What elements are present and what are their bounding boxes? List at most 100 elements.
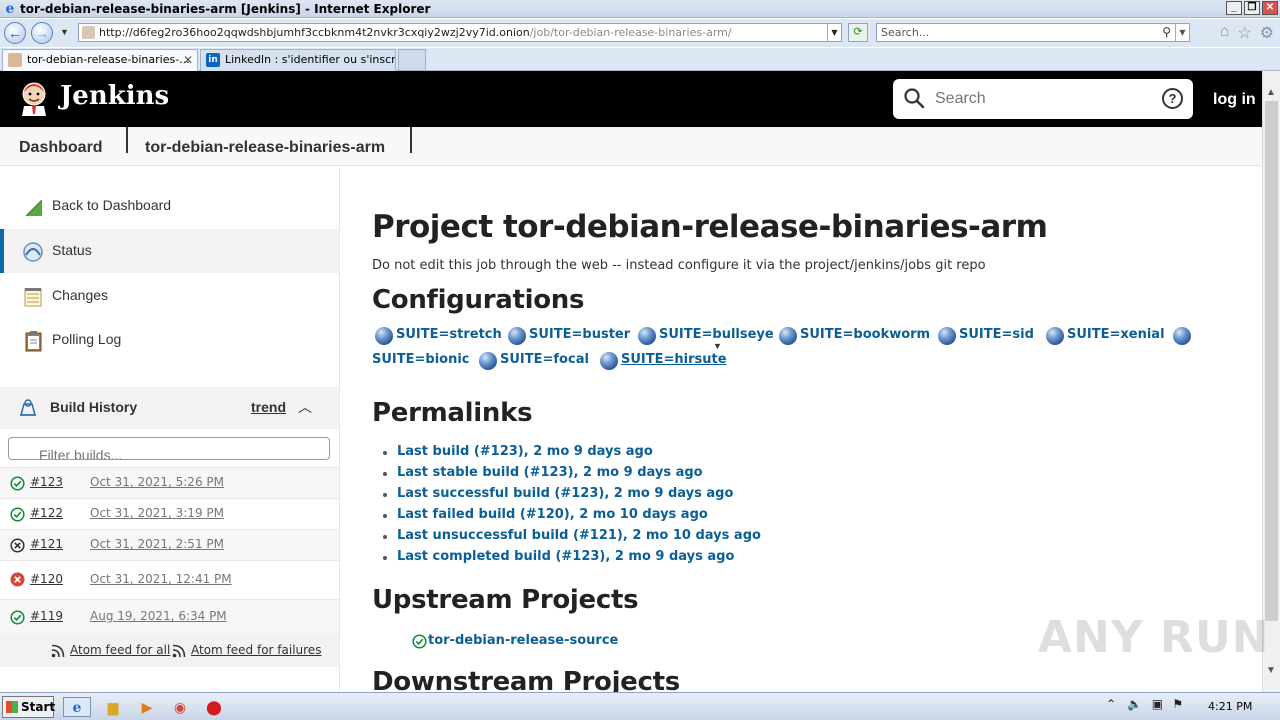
build-number-link[interactable]: #121 (30, 537, 63, 551)
url-field[interactable]: http://d6feg2ro36hoo2qqwdshbjumhf3ccbknm… (78, 23, 842, 42)
filter-builds-input[interactable] (9, 440, 329, 459)
url-path: /job/tor-debian-release-binaries-arm/ (529, 26, 732, 39)
permalink-item[interactable]: Last stable build (#123), 2 mo 9 days ag… (383, 465, 703, 480)
new-tab-button[interactable] (398, 49, 426, 71)
config-link[interactable]: SUITE=stretch (396, 327, 502, 342)
browser-tab-linkedin[interactable]: in LinkedIn : s'identifier ou s'inscrire (200, 49, 396, 71)
browser-search-field[interactable]: Search... ⚲ ▼ (876, 23, 1190, 42)
settings-gear-icon[interactable]: ⚙ (1260, 23, 1274, 43)
media-player-icon[interactable]: ▶ (133, 697, 161, 717)
browser-search-placeholder: Search... (881, 26, 930, 39)
trend-link[interactable]: trend (251, 399, 286, 415)
config-status-ball-icon (938, 327, 956, 345)
config-status-ball-icon (1046, 327, 1064, 345)
config-link[interactable]: SUITE=bionic (372, 352, 470, 367)
upstream-heading: Upstream Projects (372, 585, 639, 615)
breadcrumb-dashboard[interactable]: Dashboard (19, 139, 103, 157)
home-icon[interactable]: ⌂ (1220, 23, 1230, 43)
scroll-up-icon[interactable]: ▲ (1266, 87, 1276, 98)
jenkins-brand[interactable]: Jenkins (60, 81, 169, 111)
chrome-icon[interactable]: ◉ (166, 697, 194, 717)
jenkins-search-box: ? (893, 79, 1193, 119)
restore-button[interactable]: ❐ (1244, 1, 1260, 15)
stop-icon[interactable]: ⬤ (200, 697, 228, 717)
build-number-link[interactable]: #119 (30, 609, 63, 623)
browser-toolbar: ⌂ ☆ ⚙ (1220, 23, 1274, 43)
url-dropdown-icon[interactable]: ▼ (827, 24, 841, 41)
tray-arrow-icon[interactable]: ⌃ (1106, 697, 1116, 711)
network-icon[interactable]: ▣ (1152, 697, 1163, 711)
back-arrow-icon (25, 199, 43, 217)
forward-button[interactable]: → (31, 22, 53, 44)
sidebar-item-back-to-dashboard[interactable]: Back to Dashboard (0, 184, 339, 228)
url-main: http://d6feg2ro36hoo2qqwdshbjumhf3ccbknm… (99, 26, 530, 39)
upstream-project-link[interactable]: tor-debian-release-source (428, 633, 618, 648)
tab-label: tor-debian-release-binaries-... (27, 53, 190, 66)
start-button[interactable]: Start (2, 696, 55, 718)
breadcrumb-project[interactable]: tor-debian-release-binaries-arm (145, 139, 385, 157)
config-link[interactable]: SUITE=buster (529, 327, 630, 342)
folder-icon[interactable]: ▆ (99, 697, 127, 717)
sidebar-item-label: Changes (52, 287, 109, 303)
bullet (383, 472, 387, 476)
permalink-item[interactable]: Last successful build (#123), 2 mo 9 day… (383, 486, 733, 501)
vertical-scrollbar[interactable]: ▲ ▼ (1262, 71, 1280, 692)
scroll-down-icon[interactable]: ▼ (1266, 665, 1276, 676)
build-number-link[interactable]: #122 (30, 506, 63, 520)
permalink-item[interactable]: Last build (#123), 2 mo 9 days ago (383, 444, 653, 459)
refresh-button[interactable]: ⟳ (848, 23, 868, 42)
permalink-item[interactable]: Last failed build (#120), 2 mo 10 days a… (383, 507, 708, 522)
close-window-button[interactable]: ✕ (1262, 1, 1278, 15)
feeds-bar: Atom feed for all Atom feed for failures (0, 633, 339, 667)
sidebar-item-changes[interactable]: Changes (0, 274, 339, 318)
search-icon[interactable]: ⚲ (1162, 24, 1171, 41)
login-link[interactable]: log in (1213, 91, 1256, 109)
config-link[interactable]: SUITE=hirsute (621, 352, 727, 367)
build-date-link[interactable]: Oct 31, 2021, 5:26 PM (90, 475, 224, 489)
atom-feed-all-link[interactable]: Atom feed for all (70, 643, 170, 657)
jenkins-search-input[interactable] (935, 79, 1145, 119)
minimize-button[interactable]: _ (1226, 1, 1242, 15)
browser-tab-jenkins[interactable]: tor-debian-release-binaries-... ✕ (2, 49, 198, 71)
config-link[interactable]: SUITE=bullseye (659, 327, 774, 342)
address-bar-row: ← → ▼ http://d6feg2ro36hoo2qqwdshbjumhf3… (0, 19, 1280, 47)
permalink-item[interactable]: Last completed build (#123), 2 mo 9 days… (383, 549, 734, 564)
atom-feed-failures-link[interactable]: Atom feed for failures (191, 643, 321, 657)
chevron-down-icon[interactable]: ▼ (713, 341, 722, 351)
build-number-link[interactable]: #123 (30, 475, 63, 489)
sidebar-item-status[interactable]: Status (0, 229, 339, 273)
search-dropdown-icon[interactable]: ▼ (1175, 24, 1189, 41)
ie-taskbar-icon[interactable]: e (63, 697, 91, 717)
build-date-link[interactable]: Oct 31, 2021, 12:41 PM (90, 572, 232, 586)
back-button[interactable]: ← (4, 22, 26, 44)
ie-icon: e (5, 0, 15, 17)
config-link[interactable]: SUITE=xenial (1067, 327, 1165, 342)
build-row: #119 Aug 19, 2021, 6:34 PM (0, 599, 339, 633)
bullet (383, 535, 387, 539)
success-icon (10, 476, 25, 491)
build-date-link[interactable]: Aug 19, 2021, 6:34 PM (90, 609, 227, 623)
help-icon[interactable]: ? (1162, 88, 1183, 109)
permalink-item[interactable]: Last unsuccessful build (#121), 2 mo 10 … (383, 528, 761, 543)
flag-icon[interactable]: ⚑ (1172, 697, 1183, 711)
favorites-star-icon[interactable]: ☆ (1237, 23, 1251, 43)
build-date-link[interactable]: Oct 31, 2021, 3:19 PM (90, 506, 224, 520)
tab-label: LinkedIn : s'identifier ou s'inscrire (225, 53, 396, 66)
jenkins-header: Jenkins ? log in (0, 71, 1262, 127)
config-link[interactable]: SUITE=bookworm (800, 327, 930, 342)
tab-close-icon[interactable]: ✕ (183, 50, 193, 70)
build-number-link[interactable]: #120 (30, 572, 63, 586)
config-link[interactable]: SUITE=focal (500, 352, 589, 367)
chevron-up-icon[interactable]: ︿ (298, 397, 312, 417)
volume-icon[interactable]: 🔈 (1127, 697, 1142, 711)
build-date-link[interactable]: Oct 31, 2021, 2:51 PM (90, 537, 224, 551)
scrollbar-thumb[interactable] (1265, 101, 1278, 621)
jenkins-favicon-icon (8, 53, 22, 67)
history-dropdown-icon[interactable]: ▼ (60, 27, 69, 37)
rss-icon (51, 644, 65, 658)
config-link[interactable]: SUITE=sid (959, 327, 1034, 342)
sidebar-item-label: Polling Log (52, 331, 122, 347)
jenkins-logo-icon[interactable] (18, 80, 50, 116)
sidebar-item-polling-log[interactable]: Polling Log (0, 318, 339, 362)
success-icon (10, 610, 25, 625)
